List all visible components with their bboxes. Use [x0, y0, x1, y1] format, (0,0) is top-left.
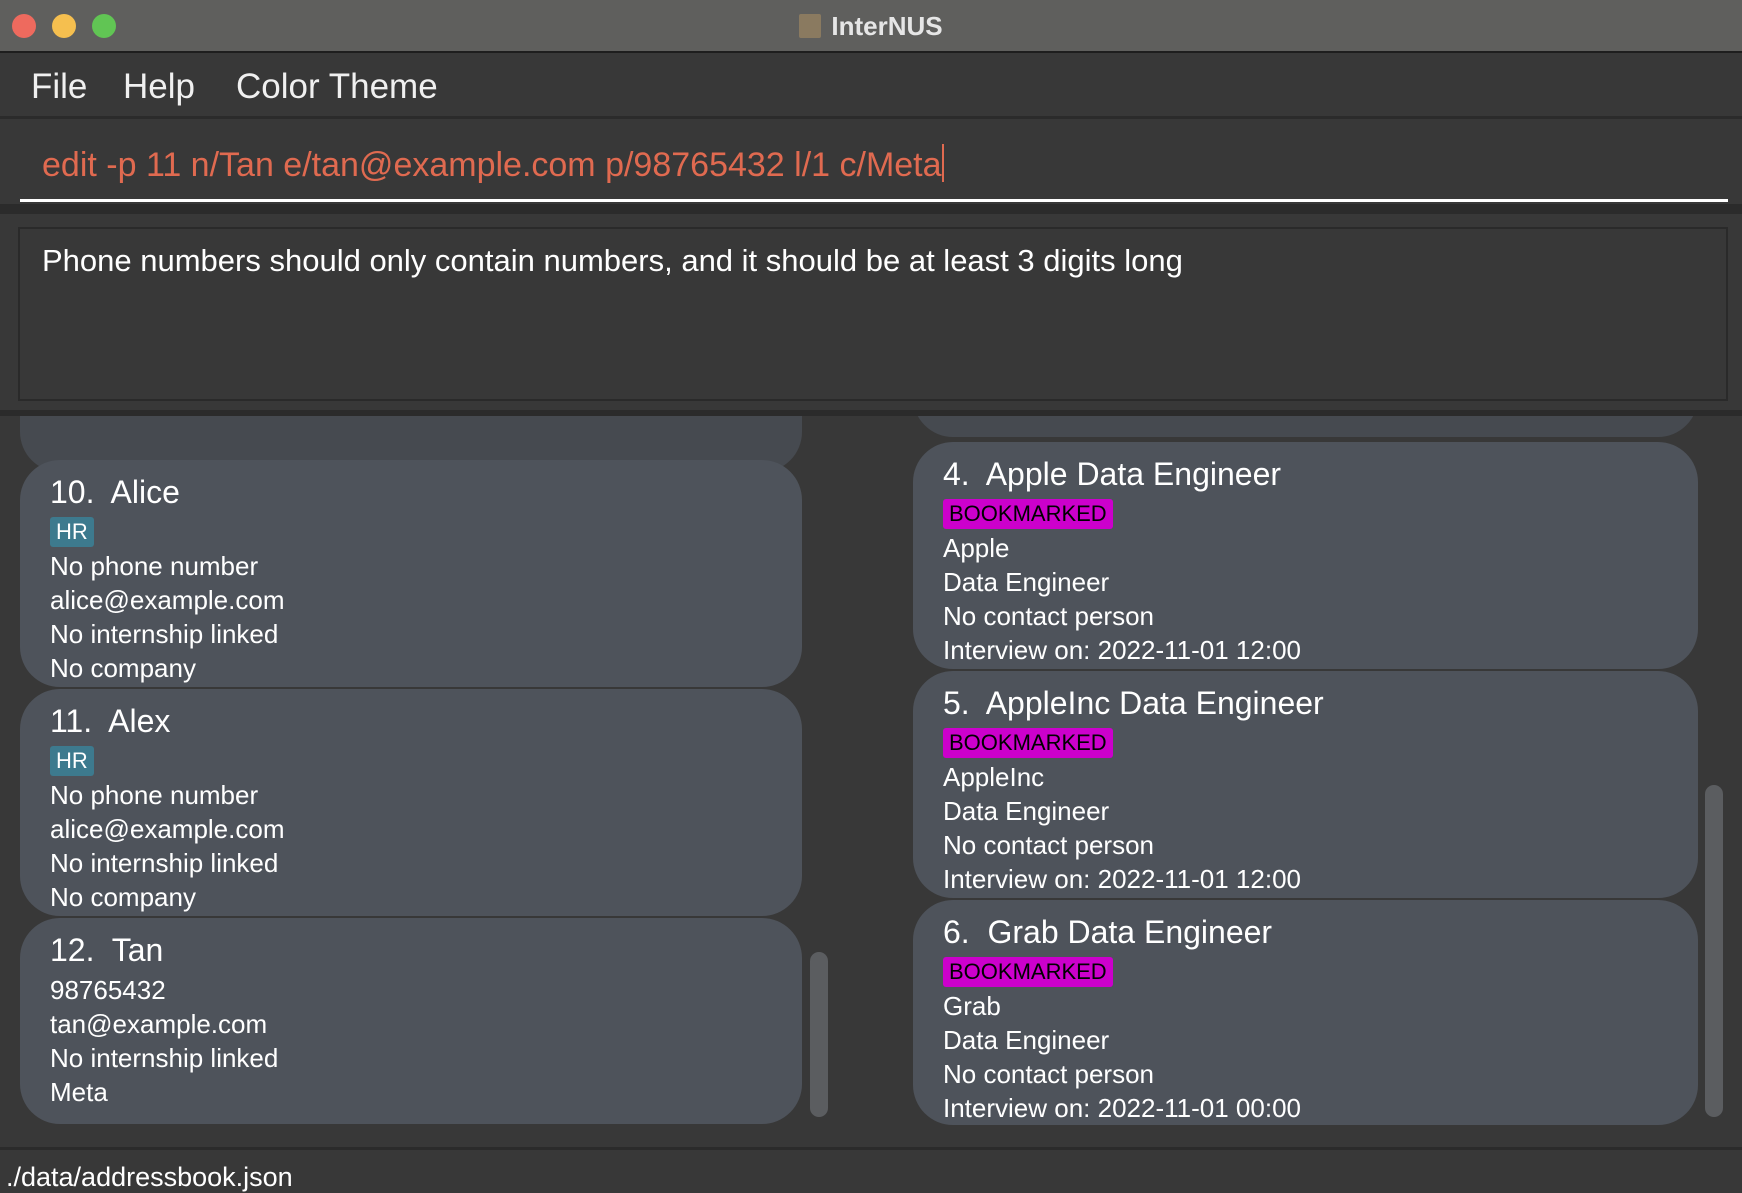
internship-company: Grab [943, 991, 1001, 1021]
internship-contact: No contact person [943, 1059, 1155, 1089]
person-card[interactable]: 10. Alice HR No phone number alice@examp… [20, 460, 802, 687]
person-list[interactable]: 10. Alice HR No phone number alice@examp… [0, 416, 870, 1147]
internship-role: Data Engineer [943, 567, 1110, 597]
internship-contact: No contact person [943, 601, 1155, 631]
person-company: Meta [50, 1077, 108, 1107]
status-badge: BOOKMARKED [943, 957, 1113, 987]
internship-interview: Interview on: 2022-11-01 12:00 [943, 864, 1301, 894]
window-title-text: InterNUS [831, 11, 943, 41]
command-underline [20, 199, 1728, 202]
person-name: 10. Alice [50, 474, 180, 510]
person-company: No company [50, 882, 196, 912]
person-name: 11. Alex [50, 703, 171, 739]
title-bar: InterNUS [0, 0, 1742, 53]
status-badge: BOOKMARKED [943, 499, 1113, 529]
person-internship: No internship linked [50, 1043, 279, 1073]
person-phone: No phone number [50, 780, 259, 810]
result-display: Phone numbers should only contain number… [18, 227, 1728, 401]
command-box[interactable]: edit -p 11 n/Tan e/tan@example.com p/987… [0, 122, 1742, 214]
person-card[interactable]: 12. Tan 98765432 tan@example.com No inte… [20, 918, 802, 1124]
internship-list-scrollbar[interactable] [1705, 785, 1723, 1117]
internship-company: Apple [943, 533, 1010, 563]
internship-interview: Interview on: 2022-11-01 00:00 [943, 1093, 1301, 1123]
person-internship: No internship linked [50, 848, 279, 878]
status-badge: BOOKMARKED [943, 728, 1113, 758]
internship-contact: No contact person [943, 830, 1155, 860]
command-input[interactable]: edit -p 11 n/Tan e/tan@example.com p/987… [42, 144, 944, 185]
person-email: tan@example.com [50, 1009, 268, 1039]
person-name: 12. Tan [50, 932, 164, 968]
menu-color-theme[interactable]: Color Theme [236, 67, 438, 107]
menu-bar: File Help Color Theme [0, 55, 1742, 119]
person-phone: 98765432 [50, 975, 166, 1005]
internship-interview: Interview on: 2022-11-01 12:00 [943, 635, 1301, 665]
tag-hr: HR [50, 517, 94, 547]
command-input-text[interactable]: edit -p 11 n/Tan e/tan@example.com p/987… [42, 146, 942, 184]
internship-list[interactable]: 4. Apple Data Engineer BOOKMARKED Apple … [870, 416, 1742, 1147]
tag-hr: HR [50, 746, 94, 776]
internship-card[interactable]: 6. Grab Data Engineer BOOKMARKED Grab Da… [913, 900, 1698, 1125]
menu-help[interactable]: Help [123, 67, 195, 107]
person-company: No company [50, 653, 196, 683]
internship-title: 4. Apple Data Engineer [943, 456, 1282, 492]
internship-title: 6. Grab Data Engineer [943, 914, 1273, 950]
person-email: alice@example.com [50, 585, 285, 615]
person-phone: No phone number [50, 551, 259, 581]
menu-file[interactable]: File [31, 67, 87, 107]
internship-card[interactable]: 4. Apple Data Engineer BOOKMARKED Apple … [913, 442, 1698, 669]
internship-role: Data Engineer [943, 1025, 1110, 1055]
save-file-path: ./data/addressbook.json [6, 1162, 293, 1192]
window-title: InterNUS [0, 11, 1742, 42]
person-email: alice@example.com [50, 814, 285, 844]
status-bar: ./data/addressbook.json [0, 1147, 1742, 1192]
app-icon [799, 14, 822, 38]
internship-company: AppleInc [943, 762, 1045, 792]
person-list-scrollbar[interactable] [810, 952, 828, 1117]
internship-card-partial[interactable] [913, 416, 1698, 437]
text-caret [941, 144, 944, 182]
internship-title: 5. AppleInc Data Engineer [943, 685, 1324, 721]
internship-card[interactable]: 5. AppleInc Data Engineer BOOKMARKED App… [913, 671, 1698, 898]
result-message: Phone numbers should only contain number… [42, 243, 1183, 278]
internship-role: Data Engineer [943, 796, 1110, 826]
person-internship: No internship linked [50, 619, 279, 649]
person-card[interactable]: 11. Alex HR No phone number alice@exampl… [20, 689, 802, 916]
